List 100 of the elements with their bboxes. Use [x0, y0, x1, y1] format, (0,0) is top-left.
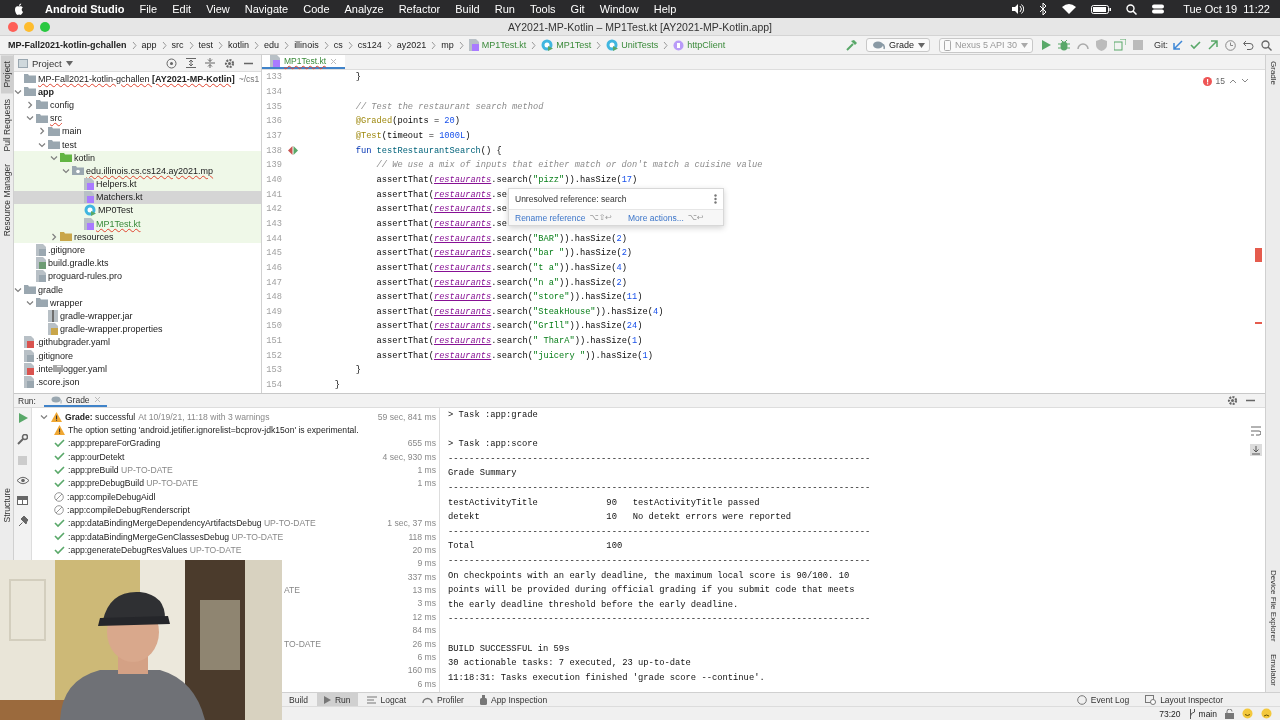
breadcrumb[interactable]: UnitTests [606, 39, 659, 51]
tree-item[interactable]: app [14, 85, 261, 99]
side-tab[interactable]: Pull Requests [0, 93, 13, 158]
cursor-position[interactable]: 73:20 [1159, 708, 1181, 719]
tree-item[interactable]: MP-Fall2021-kotlin-gchallen [AY2021-MP-Kotlin] ~/cs1 [14, 72, 261, 86]
task-label: :app:preDebugBuild UP-TO-DATE [68, 478, 199, 489]
menu-item[interactable]: Navigate [244, 3, 289, 15]
task-label: :app:compileDebugAidl [67, 491, 156, 502]
side-tab[interactable]: Resource Manager [0, 157, 13, 243]
console-line: the early deadline threshold before the early deadline. [448, 598, 740, 612]
console-line: points will be provided during official grading if you submit code that meets [448, 584, 856, 598]
breadcrumb[interactable]: edu [264, 40, 280, 50]
tool-window-button[interactable]: Layout Inspector [1138, 693, 1230, 706]
clock[interactable]: Tue Oct 19 11:22 [1183, 3, 1270, 15]
line-number: 153 [265, 365, 283, 376]
menu-item[interactable]: File [139, 3, 158, 15]
tree-item[interactable]: build.gradle.kts [14, 256, 261, 270]
menu-item[interactable]: Git [570, 3, 585, 15]
code-line: assertThat(restaurants.search("GrIll")).hasSize(24) [375, 321, 643, 332]
code-line: assertThat(restaurants.search("BAR")).hasSize(2) [375, 233, 627, 244]
menu-item[interactable]: Edit [172, 3, 192, 15]
tree-item[interactable]: .score.json [14, 375, 261, 389]
app-menu[interactable]: Android Studio [45, 3, 125, 15]
tree-item[interactable]: proguard-rules.pro [14, 269, 261, 283]
task-label: :app:generateDebugResValues UP-TO-DATE [68, 545, 242, 556]
tool-window-button[interactable]: Event Log [1069, 693, 1137, 706]
menu-item[interactable]: Help [653, 3, 677, 15]
editor-tab[interactable]: MP1Test.kt [262, 55, 346, 69]
tree-item[interactable]: config [14, 98, 261, 112]
menu-item[interactable]: Refactor [398, 3, 441, 15]
menu-item[interactable]: Analyze [344, 3, 384, 15]
side-tab[interactable]: Gradle [1267, 55, 1279, 91]
task-duration: 1 sec, 37 ms [387, 518, 436, 529]
tree-item[interactable]: gradle-wrapper.jar [14, 309, 261, 323]
project-view-dropdown[interactable]: Project [18, 57, 73, 69]
console-line: testActivityTitle 90 testActivityTitle passed [448, 496, 761, 510]
run-tab[interactable]: Grade [43, 394, 107, 407]
tree-item[interactable]: .gitignore [14, 243, 261, 257]
menu-item[interactable]: Window [599, 3, 639, 15]
menu-item[interactable]: Run [494, 3, 515, 15]
tool-window-button[interactable]: Logcat [359, 693, 414, 706]
error-count: 15 [1215, 76, 1225, 86]
menu-item[interactable]: Code [303, 3, 330, 15]
menu-item[interactable]: View [206, 3, 230, 15]
code-line: // Test the restaurant search method [354, 101, 544, 112]
tool-window-button[interactable]: Profiler [415, 693, 471, 706]
tree-item[interactable]: .githubgrader.yaml [14, 335, 261, 349]
code-line: } [354, 72, 361, 83]
tree-item[interactable]: main [14, 124, 261, 138]
breadcrumb[interactable]: test [198, 40, 214, 50]
line-number: 138 [265, 145, 283, 156]
branch-widget[interactable]: main [1188, 708, 1217, 719]
action-link[interactable]: Rename reference [515, 212, 586, 223]
menu-item[interactable]: Tools [529, 3, 556, 15]
breadcrumb[interactable]: MP1Test.kt [468, 39, 527, 51]
console-line: -------------------------------------------------------------------------------- [448, 525, 872, 539]
tool-window-button[interactable]: App Inspection [472, 693, 555, 706]
tree-item[interactable]: src [14, 111, 261, 125]
tree-item[interactable]: .gitignore [14, 348, 261, 363]
console-line: detekt 10 No detekt errors were reported [448, 511, 793, 525]
breadcrumb[interactable]: mp [441, 40, 454, 50]
code-line: assertThat(restaurants.search("bar ")).hasSize(2) [375, 248, 633, 259]
console-line: 11:18:31: Tasks execution finished 'grade score --continue'. [448, 671, 766, 685]
menu-item[interactable]: Build [455, 3, 480, 15]
task-duration: 13 ms [412, 585, 436, 596]
breadcrumb[interactable]: illinois [294, 40, 319, 50]
breadcrumb[interactable]: src [171, 40, 184, 50]
side-tab[interactable]: Structure [0, 481, 13, 528]
task-duration: 20 ms [412, 545, 436, 556]
tree-item[interactable]: test [14, 137, 261, 152]
breadcrumb[interactable]: cs [333, 40, 343, 50]
breadcrumb[interactable]: kotlin [228, 40, 250, 50]
tree-item[interactable]: edu.illinois.cs.cs124.ay2021.mp [14, 164, 261, 178]
tree-item[interactable]: gradle [14, 283, 261, 297]
breadcrumb[interactable]: MP1Test [541, 39, 592, 51]
side-tab[interactable]: Project [0, 55, 13, 94]
run-config-dropdown[interactable]: Grade [865, 38, 930, 52]
action-link[interactable]: More actions... [628, 212, 684, 223]
code-line: } [333, 380, 341, 391]
code-line: assertThat(restaurants.search("juicery ")).hasSize(1) [375, 350, 653, 361]
tree-item[interactable]: .intellijlogger.yaml [14, 362, 261, 376]
tree-item[interactable]: resources [14, 230, 261, 244]
tree-item[interactable]: MP1Test.kt [14, 217, 261, 231]
tool-window-button[interactable]: Build [282, 693, 315, 706]
console-line: BUILD SUCCESSFUL in 59s [448, 642, 571, 656]
side-tab[interactable]: Device File Explorer [1267, 564, 1279, 648]
tool-window-button[interactable]: Run [316, 693, 358, 706]
breadcrumb[interactable]: cs124 [357, 40, 382, 50]
line-number: 150 [265, 321, 283, 332]
task-duration: 26 ms [412, 638, 436, 649]
breadcrumb[interactable]: httpClient [673, 39, 726, 51]
tree-item[interactable]: kotlin [14, 151, 261, 165]
breadcrumb[interactable]: MP-Fall2021-kotlin-gchallen [8, 40, 127, 50]
breadcrumb[interactable]: app [141, 40, 157, 50]
tree-item[interactable]: gradle-wrapper.properties [14, 322, 261, 336]
breadcrumb[interactable]: ay2021 [396, 40, 427, 50]
tree-item[interactable]: wrapper [14, 296, 261, 310]
shortcut-hint: ⌥↩ [687, 213, 704, 222]
side-tab[interactable]: Emulator [1267, 648, 1279, 692]
line-number: 143 [265, 218, 283, 229]
